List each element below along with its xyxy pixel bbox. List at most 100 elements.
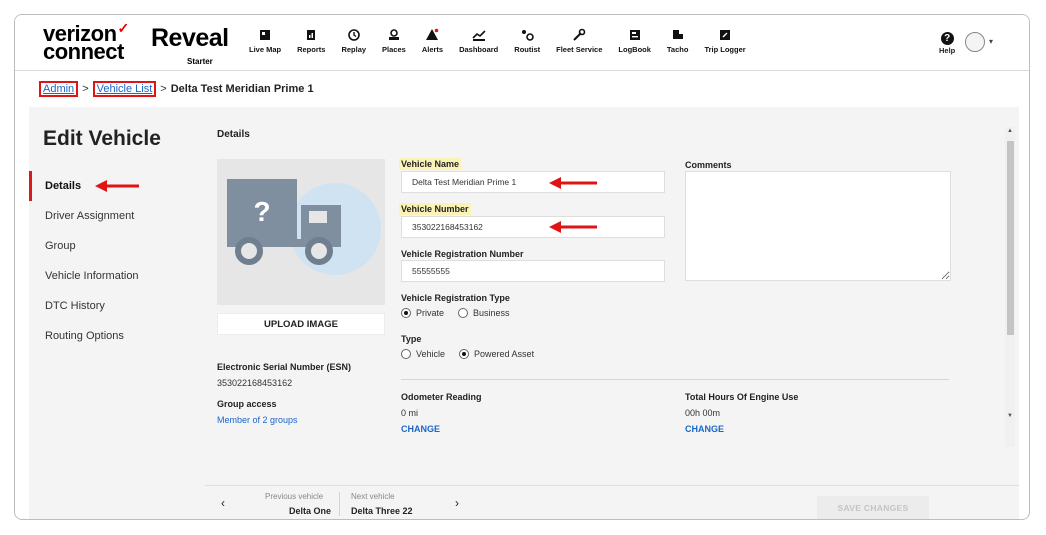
logbook-icon [629, 30, 640, 40]
sidebar: Details Driver Assignment Group Vehicle … [29, 171, 189, 351]
product-logo[interactable]: Reveal Starter [151, 25, 229, 66]
live-map-icon [260, 30, 271, 40]
sidebar-item-routing-options[interactable]: Routing Options [29, 321, 189, 351]
trip-logger-icon [720, 30, 731, 40]
next-vehicle-label: Next vehicle [351, 492, 395, 501]
nav-label: Fleet Service [556, 45, 603, 54]
nav-label: Live Map [249, 45, 282, 54]
chevron-left-icon[interactable]: ‹ [221, 496, 225, 510]
nav-label: Places [382, 45, 406, 54]
top-navigation-bar: verizon✓ connect Reveal Starter Live Map… [15, 15, 1029, 71]
sidebar-item-label: Group [45, 240, 76, 252]
help-button[interactable]: ? Help [939, 32, 955, 55]
nav-label: Reports [297, 45, 326, 54]
vehicle-number-input[interactable] [401, 216, 665, 238]
group-access-link[interactable]: Member of 2 groups [217, 415, 298, 425]
nav-tacho[interactable]: Tacho [659, 28, 697, 64]
annotation-arrow-vehicle-name [549, 177, 597, 189]
avatar[interactable] [965, 32, 985, 52]
vehicle-image-placeholder: ? [217, 159, 385, 305]
sidebar-item-label: Vehicle Information [45, 270, 139, 282]
type-vehicle-radio[interactable] [401, 349, 411, 359]
nav-label: Replay [341, 45, 367, 54]
footer-divider [339, 492, 340, 516]
vehicle-number-label: Vehicle Number [399, 203, 471, 215]
chevron-right-icon[interactable]: › [455, 496, 459, 510]
comments-textarea[interactable] [685, 171, 951, 281]
help-icon: ? [940, 32, 954, 45]
registration-type-label: Vehicle Registration Type [401, 293, 510, 303]
chevron-down-icon[interactable]: ▾ [989, 37, 993, 46]
tacho-icon [672, 30, 683, 39]
breadcrumb-separator: > [82, 83, 89, 95]
brand-line-2: connect [43, 39, 124, 64]
type-powered-asset-radio[interactable] [459, 349, 470, 359]
section-divider [401, 379, 949, 380]
nav-reports[interactable]: Reports [289, 28, 333, 64]
sidebar-item-label: Routing Options [45, 330, 124, 342]
nav-replay[interactable]: Replay [333, 28, 374, 64]
radio-label: Private [416, 308, 445, 318]
svg-text:?: ? [253, 196, 270, 227]
odometer-change-link[interactable]: CHANGE [401, 424, 440, 434]
radio-label: Vehicle [416, 349, 446, 359]
nav-live-map[interactable]: Live Map [241, 28, 289, 64]
group-access-label: Group access [217, 399, 277, 409]
save-changes-button[interactable]: SAVE CHANGES [817, 496, 929, 519]
previous-vehicle-name[interactable]: Delta One [289, 506, 331, 516]
type-label: Type [401, 334, 422, 344]
registration-type-private-radio[interactable] [401, 308, 411, 318]
registration-number-input[interactable] [401, 260, 665, 282]
alerts-icon [426, 28, 439, 40]
routist-icon [522, 30, 535, 41]
next-vehicle-name[interactable]: Delta Three 22 [351, 506, 413, 516]
scroll-up-icon[interactable]: ▲ [1007, 128, 1013, 134]
content-area: Edit Vehicle Details Driver Assignment G… [29, 107, 1019, 519]
scroll-thumb[interactable] [1007, 141, 1014, 335]
verizon-connect-logo[interactable]: verizon✓ connect [43, 20, 129, 64]
nav-routist[interactable]: Routist [506, 28, 548, 64]
vehicle-name-input[interactable] [401, 171, 665, 193]
type-group: Vehicle Powered Asset [401, 349, 548, 359]
nav-trip-logger[interactable]: Trip Logger [696, 28, 753, 64]
brand-check-icon: ✓ [117, 20, 130, 36]
breadcrumb-admin-link[interactable]: Admin [39, 81, 79, 97]
annotation-arrow-vehicle-number [549, 221, 597, 233]
nav-fleet-service[interactable]: Fleet Service [548, 28, 610, 64]
sidebar-item-label: Details [45, 180, 82, 192]
odometer-label: Odometer Reading [401, 392, 482, 402]
nav-label: Trip Logger [704, 45, 746, 54]
nav-logbook[interactable]: LogBook [610, 28, 659, 64]
breadcrumb: Admin > Vehicle List > Delta Test Meridi… [39, 81, 314, 97]
nav-dashboard[interactable]: Dashboard [451, 28, 506, 64]
scroll-down-icon[interactable]: ▼ [1007, 413, 1013, 419]
replay-icon [347, 29, 360, 41]
dashboard-icon [472, 30, 486, 41]
sidebar-item-label: DTC History [45, 300, 105, 312]
breadcrumb-vehicle-list-link[interactable]: Vehicle List [92, 81, 157, 97]
engine-hours-value: 00h 00m [685, 408, 721, 418]
engine-hours-label: Total Hours Of Engine Use [685, 392, 799, 402]
engine-hours-change-link[interactable]: CHANGE [685, 424, 724, 434]
nav-places[interactable]: Places [374, 28, 414, 64]
scrollbar[interactable]: ▲ ▼ [1005, 127, 1015, 447]
page-title: Edit Vehicle [43, 127, 161, 150]
previous-vehicle-label: Previous vehicle [265, 492, 324, 501]
breadcrumb-current: Delta Test Meridian Prime 1 [170, 83, 314, 95]
breadcrumb-separator: > [160, 83, 167, 95]
sidebar-item-driver-assignment[interactable]: Driver Assignment [29, 201, 189, 231]
sidebar-item-dtc-history[interactable]: DTC History [29, 291, 189, 321]
registration-number-label: Vehicle Registration Number [401, 249, 524, 259]
upload-image-button[interactable]: UPLOAD IMAGE [217, 313, 385, 335]
sidebar-item-group[interactable]: Group [29, 231, 189, 261]
product-tier: Starter [187, 57, 213, 66]
main-nav: Live Map Reports Replay Places Alerts Dashboa… [241, 28, 754, 64]
odometer-value: 0 mi [401, 408, 419, 418]
registration-type-business-radio[interactable] [458, 308, 469, 318]
esn-label: Electronic Serial Number (ESN) [217, 362, 352, 372]
sidebar-item-vehicle-information[interactable]: Vehicle Information [29, 261, 189, 291]
nav-alerts[interactable]: Alerts [414, 28, 451, 64]
details-panel: Details ? UPLOAD IMAGE Electronic Serial… [205, 107, 1005, 483]
vehicle-name-label: Vehicle Name [399, 158, 462, 170]
registration-type-group: Private Business [401, 308, 524, 318]
